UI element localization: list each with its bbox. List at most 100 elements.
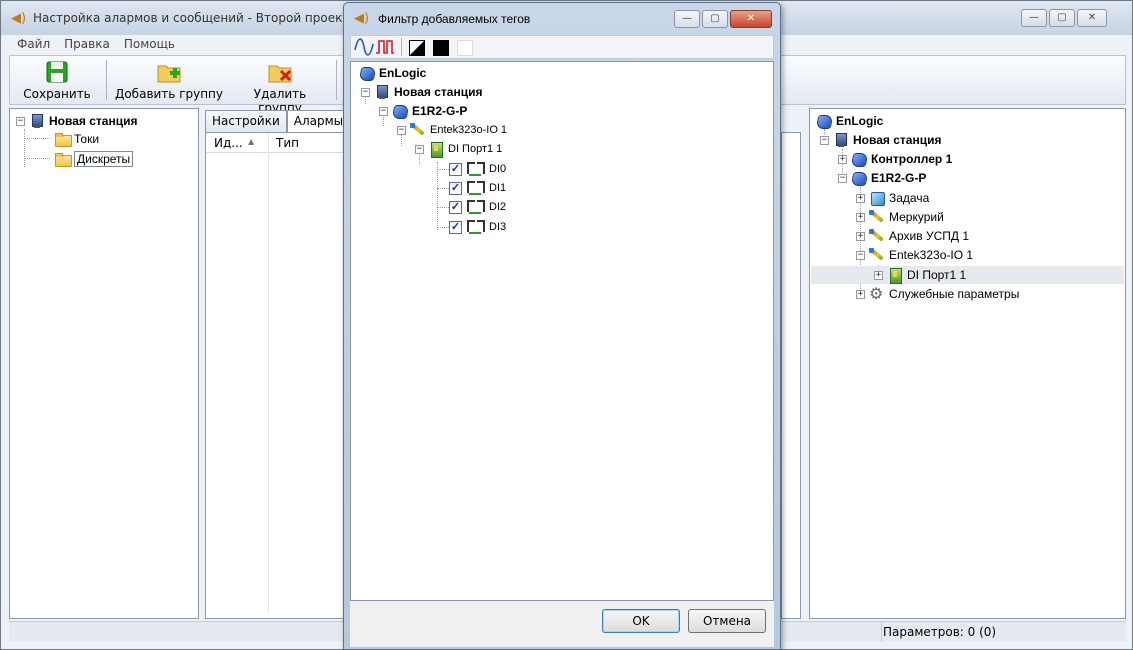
tree-item-module[interactable]: − Entek323o-IO 1 — [856, 246, 973, 264]
sort-arrow-icon: ▲ — [248, 137, 255, 146]
cube-icon — [869, 190, 885, 206]
expand-toggle[interactable]: + — [856, 193, 865, 203]
gear-icon — [869, 284, 885, 304]
dialog-title-bar: ◀) Фильтр добавляемых тегов — ▢ ✕ — [344, 3, 780, 33]
collapse-toggle[interactable]: − — [820, 135, 829, 145]
tab-strip: Настройки Алармы — [205, 110, 351, 132]
collapse-toggle[interactable]: − — [397, 125, 406, 135]
collapse-toggle[interactable]: − — [361, 87, 370, 97]
filter-dialog: ◀) Фильтр добавляемых тегов — ▢ ✕ EnLogi… — [343, 2, 781, 650]
tab-alarms[interactable]: Алармы — [286, 110, 351, 132]
analog-filter-icon[interactable] — [354, 38, 374, 59]
folder-icon — [54, 151, 72, 167]
tree-item-group[interactable]: Дискреты — [54, 150, 134, 168]
cancel-button[interactable]: Отмена — [688, 609, 766, 633]
collapse-toggle[interactable]: − — [16, 116, 25, 126]
select-mixed-icon[interactable] — [409, 40, 425, 59]
dialog-window-controls: — ▢ ✕ — [674, 10, 772, 28]
enlogic-icon — [851, 151, 867, 167]
dialog-footer: OK Отмена — [350, 601, 774, 647]
enlogic-icon — [851, 170, 867, 186]
enlogic-icon — [816, 113, 832, 129]
port-icon — [428, 141, 444, 158]
collapse-toggle[interactable]: − — [856, 250, 865, 260]
maximize-button[interactable]: ▢ — [1049, 9, 1075, 27]
column-header-id[interactable]: Ид... — [214, 136, 243, 150]
plug-icon — [869, 247, 885, 263]
plug-icon — [869, 209, 885, 225]
menu-bar: Файл Правка Помощь — [9, 35, 175, 53]
folder-icon — [54, 131, 72, 147]
enlogic-icon — [392, 103, 408, 119]
tree-item-controller[interactable]: + Контроллер 1 — [838, 150, 952, 168]
tree-item-enlogic[interactable]: EnLogic — [359, 64, 426, 82]
tree-item-task[interactable]: + Задача — [856, 189, 929, 207]
tree-item-station[interactable]: − Новая станция — [361, 83, 482, 101]
collapse-toggle[interactable]: − — [838, 173, 847, 183]
tree-item-tag[interactable]: ✓ DI0 — [449, 160, 506, 178]
folder-add-icon — [156, 59, 182, 85]
speaker-icon: ◀) — [11, 11, 27, 26]
close-button[interactable]: ✕ — [730, 10, 772, 28]
tree-item-mercury[interactable]: + Меркурий — [856, 208, 944, 226]
tree-item-archive[interactable]: + Архив УСПД 1 — [856, 227, 969, 245]
tree-item-station[interactable]: − Новая станция — [16, 112, 137, 130]
tree-item-tag[interactable]: ✓ DI3 — [449, 218, 506, 236]
select-none-icon[interactable] — [457, 40, 473, 56]
expand-toggle[interactable]: + — [838, 154, 847, 164]
discrete-signal-icon — [465, 199, 485, 215]
tree-item-service[interactable]: + Служебные параметры — [856, 284, 1019, 304]
delete-group-button[interactable]: Удалить группу — [230, 59, 330, 115]
tree-item-station[interactable]: − Новая станция — [820, 131, 941, 149]
tag-checkbox[interactable]: ✓ — [449, 220, 462, 234]
tree-item-module[interactable]: − Entek323o-IO 1 — [397, 121, 507, 139]
menu-help[interactable]: Помощь — [124, 35, 175, 53]
floppy-icon — [44, 59, 70, 85]
add-group-button[interactable]: Добавить группу — [114, 59, 224, 101]
tag-checkbox[interactable]: ✓ — [449, 181, 462, 195]
plug-icon — [869, 228, 885, 244]
close-button[interactable]: ✕ — [1077, 9, 1107, 27]
expand-toggle[interactable]: + — [856, 212, 865, 222]
group-label: Дискреты — [74, 151, 134, 167]
tree-item-enlogic[interactable]: EnLogic — [816, 112, 883, 130]
maximize-button[interactable]: ▢ — [702, 10, 728, 28]
collapse-toggle[interactable]: − — [379, 106, 388, 116]
tree-item-port[interactable]: − DI Порт1 1 — [415, 140, 502, 158]
tags-tree: EnLogic − Новая станция + Контроллер 1 −… — [809, 108, 1126, 619]
minimize-button[interactable]: — — [1021, 9, 1047, 27]
tree-item-tag[interactable]: ✓ DI2 — [449, 198, 506, 216]
tab-settings[interactable]: Настройки — [205, 110, 287, 132]
expand-toggle[interactable]: + — [856, 289, 865, 299]
menu-edit[interactable]: Правка — [64, 35, 110, 53]
tree-item-tag[interactable]: ✓ DI1 — [449, 179, 506, 197]
discrete-filter-icon[interactable] — [375, 38, 395, 59]
menu-file[interactable]: Файл — [17, 35, 50, 53]
expand-toggle[interactable]: + — [856, 231, 865, 241]
dialog-tag-tree: EnLogic − Новая станция − E1R2-G-P − Ent… — [350, 61, 774, 601]
discrete-signal-icon — [465, 180, 485, 196]
station-label: Новая станция — [49, 114, 138, 128]
speaker-icon: ◀) — [354, 11, 370, 26]
params-count: Параметров: 0 (0) — [883, 625, 997, 639]
group-label: Токи — [74, 132, 100, 146]
column-header-type[interactable]: Тип — [276, 136, 299, 150]
tree-item-group[interactable]: Токи — [54, 130, 99, 148]
enlogic-icon — [359, 65, 375, 81]
minimize-button[interactable]: — — [674, 10, 700, 28]
port-icon — [887, 267, 903, 284]
ok-button[interactable]: OK — [602, 609, 680, 633]
save-button[interactable]: Сохранить — [22, 59, 92, 101]
tag-checkbox[interactable]: ✓ — [449, 200, 462, 214]
expand-toggle[interactable]: + — [874, 270, 883, 280]
tree-item-port[interactable]: + DI Порт1 1 — [811, 266, 1124, 284]
discrete-signal-icon — [465, 219, 485, 235]
collapse-toggle[interactable]: − — [415, 144, 424, 154]
add-group-label: Добавить группу — [114, 87, 224, 101]
select-all-icon[interactable] — [433, 40, 449, 56]
tree-item-device[interactable]: − E1R2-G-P — [838, 169, 926, 187]
table-header: Ид... ▲ Тип — [206, 133, 344, 613]
groups-tree: − Новая станция Токи Дискреты — [9, 108, 199, 619]
tag-checkbox[interactable]: ✓ — [449, 162, 462, 176]
tree-item-device[interactable]: − E1R2-G-P — [379, 102, 467, 120]
